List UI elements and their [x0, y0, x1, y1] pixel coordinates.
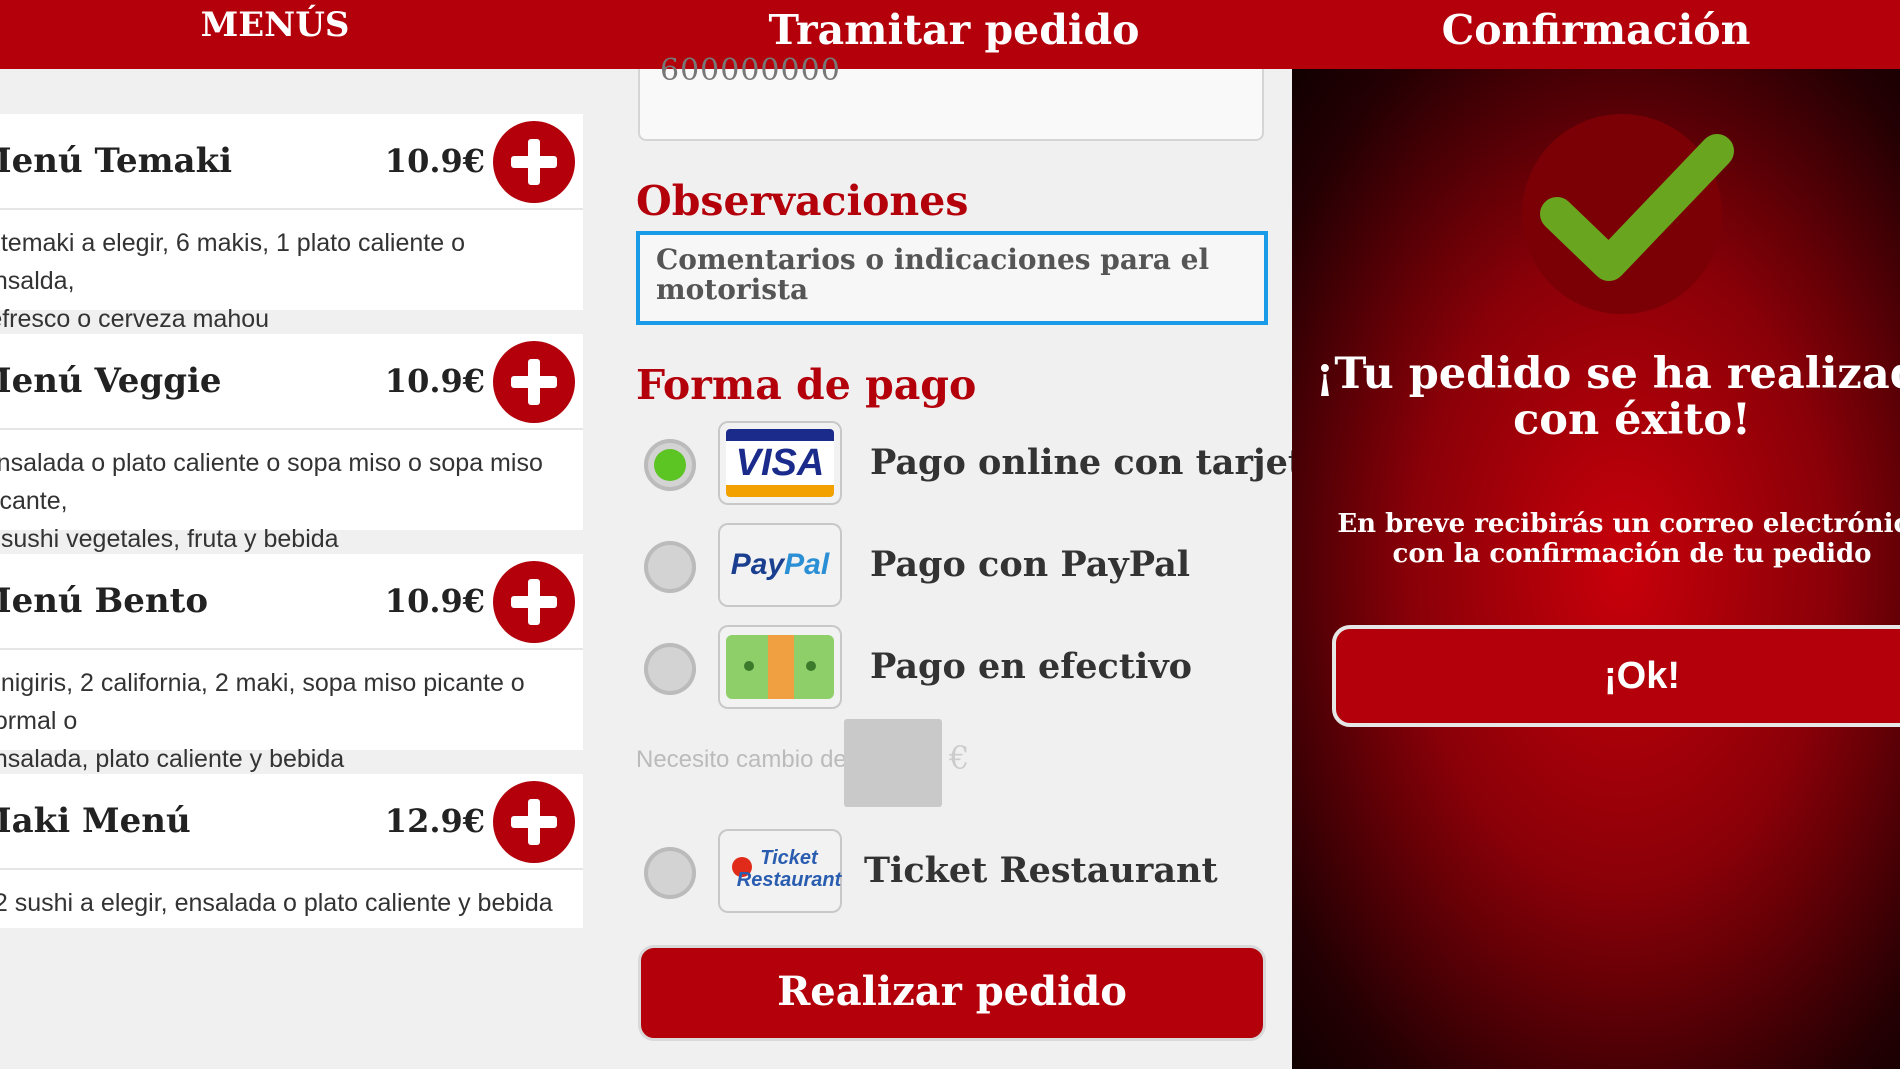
observations-placeholder: Comentarios o indicaciones para el motor… [656, 243, 1210, 306]
top-bar: MENÚS Tramitar pedido Confirmación [0, 0, 1900, 69]
menu-description: 12 sushi a elegir, ensalada o plato cali… [0, 889, 553, 917]
payment-option-cash[interactable]: Pago en efectivo [644, 625, 1264, 709]
menu-card-temaki: Menú Temaki 10.9€ 1 temaki a elegir, 6 m… [0, 114, 583, 333]
visa-logo-text: VISA [735, 442, 825, 484]
payment-label: Pago en efectivo [870, 646, 1193, 687]
add-to-cart-button[interactable] [493, 341, 575, 423]
menu-price: 12.9€ [384, 802, 485, 840]
checkmark-icon [1540, 134, 1734, 281]
payment-title: Forma de pago [636, 361, 977, 409]
menu-description: 2 nigiris, 2 california, 2 maki, sopa mi… [0, 669, 525, 773]
menu-name: Menú Temaki [0, 141, 233, 181]
checkout-panel: 600000000 Observaciones Comentarios o in… [636, 53, 1327, 1069]
menu-description: Ensalada o plato caliente o sopa miso o … [0, 449, 543, 553]
change-amount-input[interactable] [844, 719, 942, 807]
menu-price: 10.9€ [384, 142, 485, 180]
radio-dot [654, 449, 686, 481]
observations-textarea[interactable]: Comentarios o indicaciones para el motor… [636, 231, 1268, 325]
payment-option-paypal[interactable]: PayPal Pago con PayPal [644, 523, 1264, 607]
menu-name: Menú Veggie [0, 361, 222, 401]
ticket-logo-text: Ticket Restaurant [736, 847, 842, 891]
cash-icon [718, 625, 842, 709]
menu-name: Maki Menú [0, 801, 191, 841]
menu-description: 1 temaki a elegir, 6 makis, 1 plato cali… [0, 229, 465, 333]
payment-option-card[interactable]: VISA Pago online con tarjeta [644, 421, 1327, 505]
payment-label: Pago con PayPal [870, 544, 1191, 585]
add-to-cart-button[interactable] [493, 781, 575, 863]
change-currency: € [949, 739, 970, 777]
phone-field[interactable]: 600000000 [638, 53, 1264, 141]
success-message: En breve recibirás un correo electróni co… [1337, 509, 1900, 569]
menu-price: 10.9€ [384, 582, 485, 620]
menu-price: 10.9€ [384, 362, 485, 400]
observations-title: Observaciones [636, 177, 969, 225]
success-title: ¡Tu pedido se ha realizado con éxito! [1315, 349, 1900, 445]
ok-button[interactable]: ¡Ok! [1332, 625, 1900, 727]
place-order-button[interactable]: Realizar pedido [638, 945, 1266, 1041]
phone-value: 600000000 [660, 53, 841, 88]
menu-name: Menú Bento [0, 581, 209, 621]
divider [0, 868, 583, 870]
divider [0, 428, 583, 430]
menu-card-maki: Maki Menú 12.9€ 12 sushi a elegir, ensal… [0, 774, 583, 928]
payment-label: Ticket Restaurant [864, 850, 1218, 891]
confirmation-panel: ¡Tu pedido se ha realizado con éxito! En… [1292, 69, 1900, 1069]
visa-logo-icon: VISA [718, 421, 842, 505]
menu-card-veggie: Menú Veggie 10.9€ Ensalada o plato calie… [0, 334, 583, 553]
menu-card-bento: Menú Bento 10.9€ 2 nigiris, 2 california… [0, 554, 583, 773]
paypal-logo-pal: Pal [784, 548, 830, 581]
confirmation-header-title: Confirmación [1441, 6, 1751, 54]
paypal-logo-icon: PayPal [718, 523, 842, 607]
add-to-cart-button[interactable] [493, 561, 575, 643]
ticket-restaurant-logo-icon: Ticket Restaurant [718, 829, 842, 913]
paypal-logo-pay: Pay [730, 548, 785, 581]
payment-label: Pago online con tarjeta [870, 442, 1327, 483]
divider [0, 648, 583, 650]
add-to-cart-button[interactable] [493, 121, 575, 203]
menus-header-title: MENÚS [200, 5, 350, 45]
radio-unselected[interactable] [644, 643, 696, 695]
radio-selected[interactable] [644, 439, 696, 491]
payment-option-ticket[interactable]: Ticket Restaurant Ticket Restaurant [644, 829, 1264, 913]
divider [0, 208, 583, 210]
radio-unselected[interactable] [644, 847, 696, 899]
change-label: Necesito cambio de [636, 746, 847, 773]
radio-unselected[interactable] [644, 541, 696, 593]
